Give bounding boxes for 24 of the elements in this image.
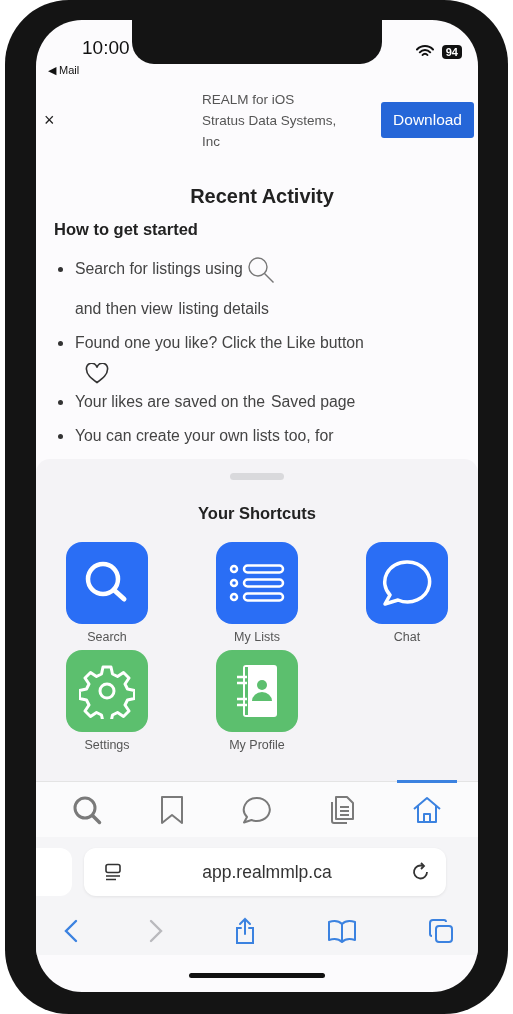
- address-bar[interactable]: app.realmmlp.ca: [84, 848, 446, 896]
- page-title: Recent Activity: [189, 185, 335, 208]
- bullet-text: Found one you like? Click the Like button: [75, 334, 364, 351]
- close-button[interactable]: ×: [44, 109, 184, 131]
- bullet-text: listing details: [178, 300, 269, 317]
- app-name: REALM for iOS: [202, 90, 296, 109]
- address-url: app.realmmlp.ca: [202, 861, 332, 883]
- bullet-text: and then view: [75, 300, 173, 317]
- shortcut-label: My Lists: [234, 630, 280, 645]
- battery-level: 94: [441, 45, 462, 59]
- app-developer: Stratus Data Systems, Inc: [202, 111, 338, 151]
- shortcuts-title: Your Shortcuts: [198, 504, 316, 523]
- shortcut-label: Settings: [84, 738, 130, 753]
- shortcut-label: Search: [87, 630, 127, 645]
- download-button[interactable]: Download: [381, 102, 474, 138]
- shortcut-label: Chat: [393, 630, 421, 645]
- bullet-text: Saved page: [271, 393, 356, 410]
- section-heading: How to get started: [54, 220, 199, 239]
- bullet-text: Your likes are saved on the: [75, 393, 265, 410]
- back-to-app-link[interactable]: ◀ Mail: [48, 64, 130, 77]
- status-time: 10:00: [82, 37, 130, 59]
- bullet-text: You can create your own lists too, for: [75, 427, 334, 444]
- bullet-text: Search for listings using: [75, 260, 243, 277]
- shortcut-label: My Profile: [229, 738, 285, 753]
